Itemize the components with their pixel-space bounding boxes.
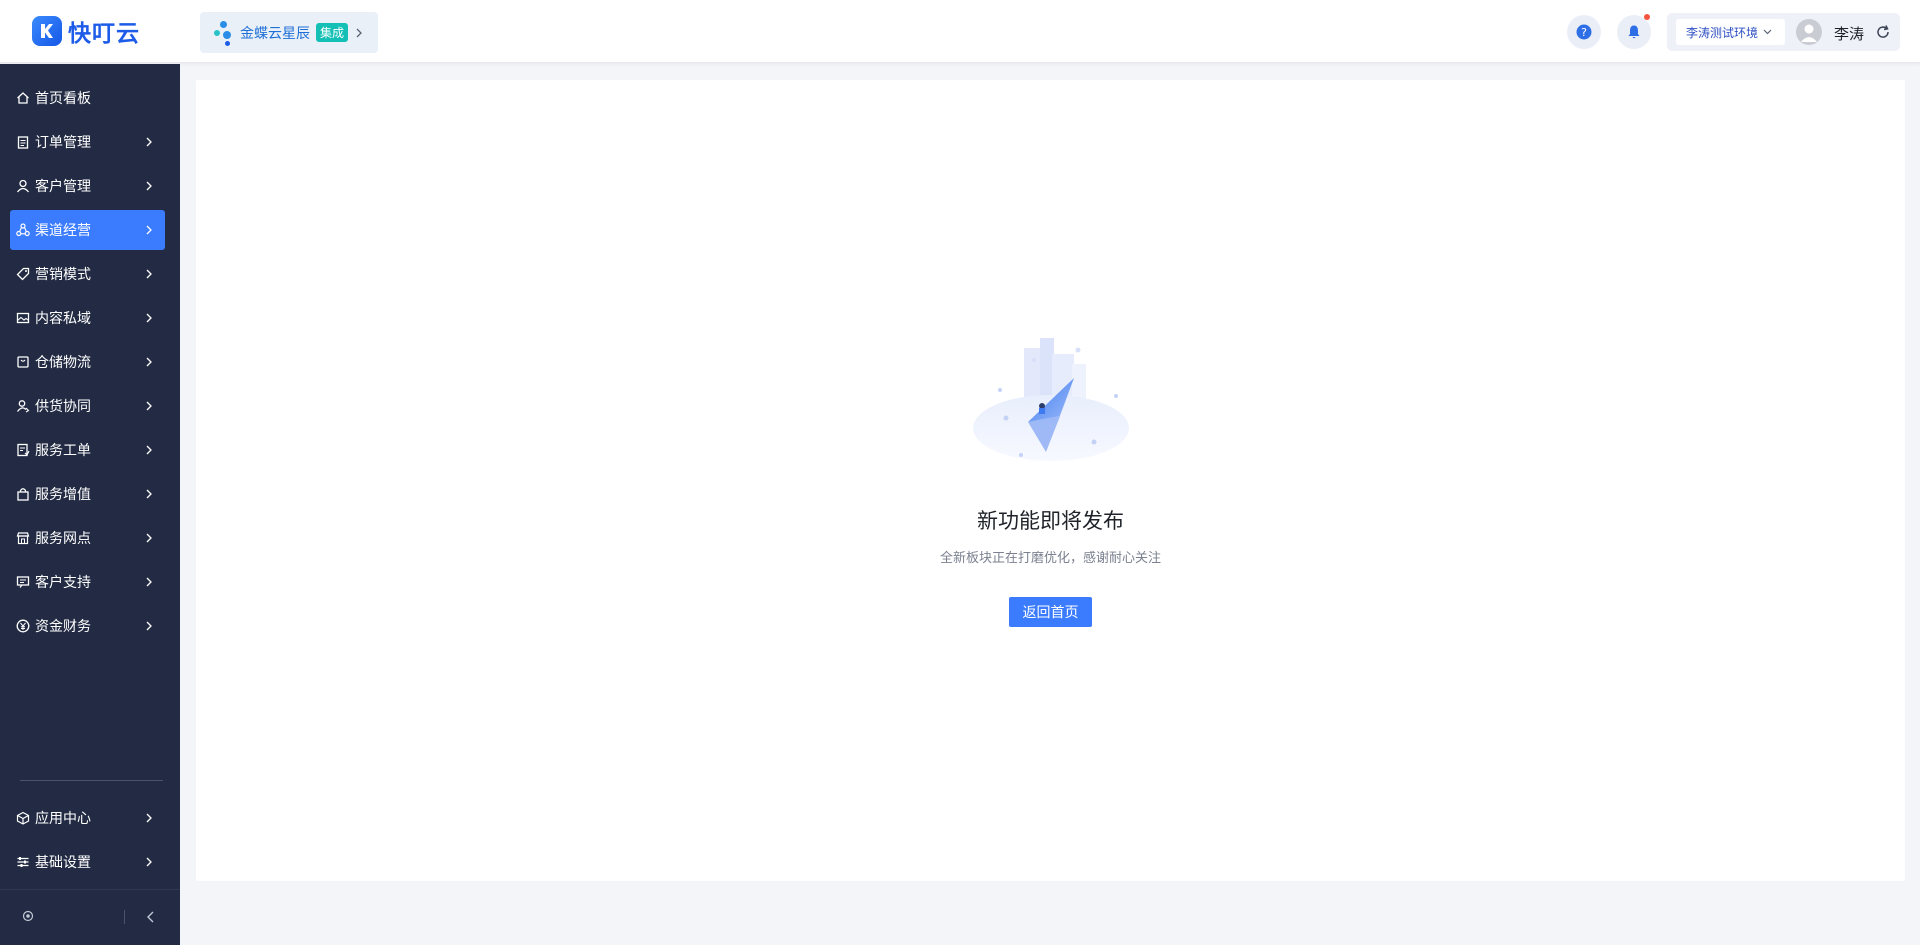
- environment-label: 李涛测试环境: [1686, 25, 1759, 40]
- sidebar-item-yuan[interactable]: 资金财务: [10, 606, 165, 646]
- empty-state-subtitle: 全新板块正在打磨优化，感谢耐心关注: [939, 551, 1161, 566]
- chevron-right-icon: [146, 181, 152, 191]
- cube-icon: [16, 811, 30, 825]
- user-switch-icon: [16, 399, 30, 413]
- integration-tag: 集成: [316, 23, 349, 42]
- integration-name: 金蝶云星辰: [240, 25, 310, 42]
- chevron-down-icon: [1763, 29, 1772, 35]
- chevron-right-icon: [146, 269, 152, 279]
- yuan-icon: [16, 619, 30, 633]
- help-button[interactable]: ?: [1567, 15, 1601, 49]
- user-name: 李涛: [1834, 25, 1865, 43]
- empty-state-title: 新功能即将发布: [977, 509, 1124, 533]
- sidebar-bottom-menu: 应用中心 基础设置: [10, 798, 165, 886]
- sidebar-menu: 首页看板订单管理客户管理渠道经营营销模式内容私域仓储物流供货协同服务工单服务增值…: [10, 78, 165, 650]
- sidebar-item-tag[interactable]: 营销模式: [10, 254, 165, 294]
- chevron-right-icon: [146, 813, 152, 823]
- chevron-right-icon: [146, 621, 152, 631]
- sidebar-item-label: 资金财务: [35, 619, 91, 635]
- sidebar: 首页看板订单管理客户管理渠道经营营销模式内容私域仓储物流供货协同服务工单服务增值…: [0, 64, 180, 945]
- chevron-right-icon: [146, 489, 152, 499]
- sidebar-item-message[interactable]: 客户支持: [10, 562, 165, 602]
- chevron-right-icon: [146, 401, 152, 411]
- back-home-button[interactable]: 返回首页: [1009, 597, 1092, 627]
- sidebar-item-label: 服务网点: [35, 531, 91, 547]
- chevron-right-icon: [146, 445, 152, 455]
- avatar[interactable]: [1796, 19, 1822, 45]
- integration-logo-icon: [212, 19, 234, 47]
- chevron-right-icon: [146, 137, 152, 147]
- sidebar-item-cube[interactable]: 应用中心: [10, 798, 165, 838]
- sidebar-item-label: 营销模式: [35, 267, 91, 283]
- bell-icon: [1628, 25, 1640, 39]
- sidebar-item-label: 供货协同: [35, 399, 91, 415]
- ticket-icon: [16, 443, 30, 457]
- theme-icon[interactable]: [21, 909, 35, 923]
- collapse-sidebar-icon[interactable]: [146, 911, 156, 923]
- sidebar-item-sliders[interactable]: 基础设置: [10, 842, 165, 882]
- sidebar-item-user-switch[interactable]: 供货协同: [10, 386, 165, 426]
- sidebar-item-label: 首页看板: [35, 91, 91, 107]
- box-icon: [16, 355, 30, 369]
- user-icon: [16, 179, 30, 193]
- logo-icon: [32, 16, 62, 46]
- chevron-right-icon: [146, 225, 152, 235]
- bag-icon: [16, 487, 30, 501]
- sidebar-item-label: 客户管理: [35, 179, 91, 195]
- store-icon: [16, 531, 30, 545]
- logo-text: 快叮云: [68, 21, 140, 47]
- sidebar-item-box[interactable]: 仓储物流: [10, 342, 165, 382]
- chevron-right-icon: [146, 533, 152, 543]
- chevron-right-icon: [356, 28, 362, 37]
- footer-separator: [124, 910, 125, 924]
- sidebar-footer-divider: [0, 889, 180, 890]
- chevron-right-icon: [146, 357, 152, 367]
- sidebar-item-label: 内容私域: [35, 311, 91, 327]
- sidebar-item-user[interactable]: 客户管理: [10, 166, 165, 206]
- chevron-right-icon: [146, 857, 152, 867]
- top-bar: 快叮云 金蝶云星辰 集成 ? 李涛测试环境 李涛: [0, 0, 1920, 63]
- sidebar-item-store[interactable]: 服务网点: [10, 518, 165, 558]
- sidebar-divider: [20, 780, 163, 781]
- sidebar-item-label: 基础设置: [35, 855, 91, 871]
- sidebar-item-label: 仓储物流: [35, 355, 91, 371]
- notification-button[interactable]: [1617, 14, 1651, 49]
- sidebar-item-label: 订单管理: [35, 135, 91, 151]
- sidebar-item-image[interactable]: 内容私域: [10, 298, 165, 338]
- sidebar-item-home[interactable]: 首页看板: [10, 78, 165, 118]
- sidebar-item-ticket[interactable]: 服务工单: [10, 430, 165, 470]
- user-panel: 李涛测试环境 李涛: [1667, 13, 1900, 51]
- sidebar-item-clipboard[interactable]: 订单管理: [10, 122, 165, 162]
- home-icon: [16, 91, 30, 105]
- integration-chip[interactable]: 金蝶云星辰 集成: [200, 12, 378, 53]
- coming-soon-illustration: [973, 338, 1129, 461]
- refresh-icon[interactable]: [1875, 24, 1891, 40]
- environment-select[interactable]: 李涛测试环境: [1676, 19, 1785, 45]
- sidebar-item-bag[interactable]: 服务增值: [10, 474, 165, 514]
- sidebar-item-label: 服务工单: [35, 443, 91, 459]
- sidebar-item-label: 客户支持: [35, 575, 91, 591]
- sidebar-item-label: 渠道经营: [35, 223, 91, 239]
- app-logo[interactable]: 快叮云: [32, 15, 140, 47]
- sidebar-item-label: 服务增值: [35, 487, 91, 503]
- clipboard-icon: [16, 135, 30, 149]
- sidebar-item-label: 应用中心: [35, 811, 91, 827]
- user-avatar-icon: [1801, 24, 1817, 42]
- chevron-right-icon: [146, 577, 152, 587]
- chevron-right-icon: [146, 313, 152, 323]
- notification-badge: [1644, 14, 1650, 20]
- help-icon: ?: [1576, 24, 1592, 40]
- main-content-card: 新功能即将发布 全新板块正在打磨优化，感谢耐心关注 返回首页: [196, 80, 1905, 881]
- svg-text:?: ?: [1581, 26, 1587, 39]
- sliders-icon: [16, 855, 30, 869]
- tag-icon: [16, 267, 30, 281]
- message-icon: [16, 575, 30, 589]
- sidebar-item-network[interactable]: 渠道经营: [10, 210, 165, 250]
- network-icon: [16, 223, 30, 237]
- image-icon: [16, 311, 30, 325]
